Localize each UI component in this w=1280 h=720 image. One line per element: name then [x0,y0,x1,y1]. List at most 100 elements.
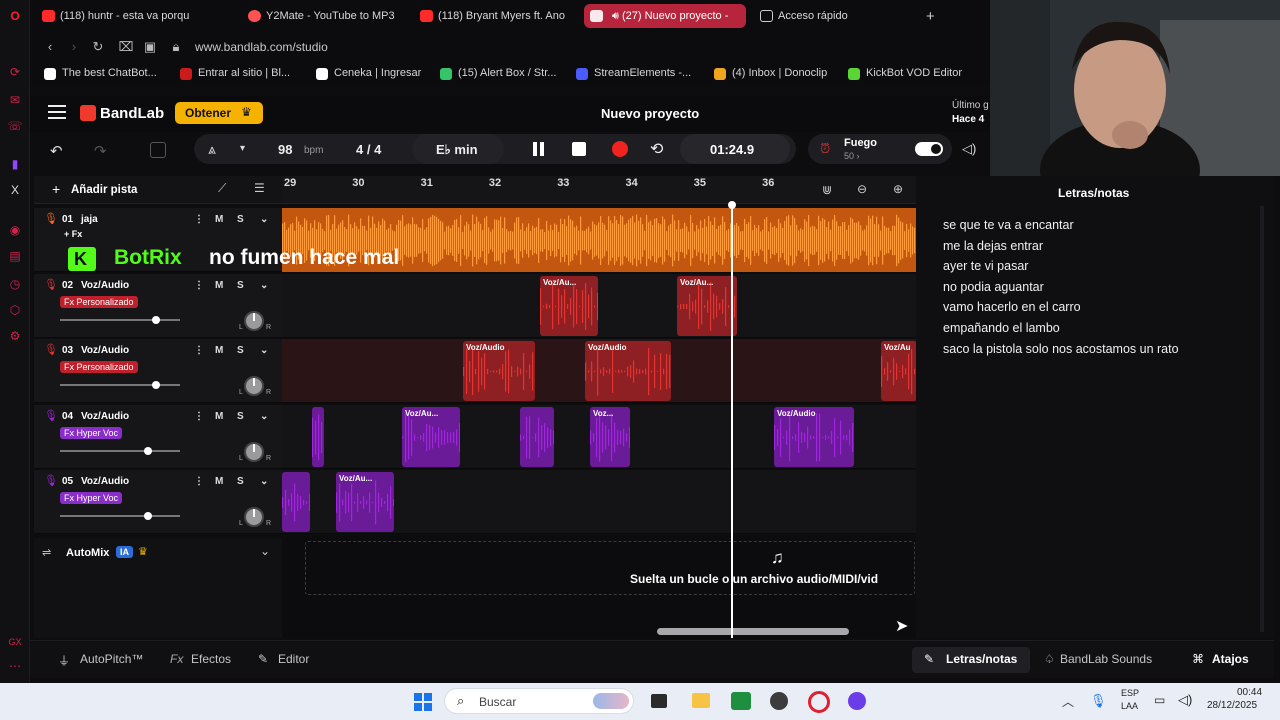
tab-4[interactable]: 🔊︎ (27) Nuevo proyecto - [584,4,746,28]
bookmark-item[interactable]: (4) Inbox | Donoclip [714,67,827,80]
bookmark-item[interactable]: KickBot VOD Editor [848,67,962,80]
extensions-icon[interactable]: ⬡ [7,302,23,318]
lang-1[interactable]: ESP [1121,688,1139,698]
track-lane[interactable]: Voz/Au... Voz... Voz/Audio [282,404,916,469]
fx-badge[interactable]: Fx Personalizado [60,295,138,308]
x-icon[interactable]: X [7,182,23,198]
lyric-line[interactable]: ayer te vi pasar [943,259,1028,273]
snapshot-icon[interactable]: ⌧ [118,39,134,55]
menu-icon[interactable] [48,105,66,119]
volume-slider[interactable] [60,512,180,520]
mute-button[interactable]: M [215,280,223,291]
opera-logo-icon[interactable]: O [7,8,23,24]
audio-region[interactable]: Voz/Audio [463,341,535,401]
lyrics-scrollbar[interactable] [1260,206,1264,632]
project-title[interactable]: Nuevo proyecto [601,106,699,121]
bookmark-item[interactable]: The best ChatBot... [44,67,157,80]
track-name[interactable]: jaja [81,214,98,225]
alarm-icon[interactable]: ⏰︎ [820,141,830,157]
back-icon[interactable]: ‹ [42,39,58,55]
lyric-line[interactable]: no podia aguantar [943,280,1044,294]
microphone-icon[interactable]: 🎙︎ [1090,693,1107,709]
track-menu-icon[interactable]: ⋮ [194,411,204,422]
add-track-button[interactable]: Añadir pista [71,184,137,196]
volume-slider[interactable] [60,446,180,455]
track-name[interactable]: Voz/Audio [81,476,129,487]
loop-icon[interactable]: ⟲ [650,139,663,159]
automix-label[interactable]: AutoMix [66,547,109,559]
tab-2[interactable]: Y2Mate - YouTube to MP3 [242,4,414,28]
lyrics-tab[interactable]: Letras/notas [946,652,1017,666]
track-header[interactable]: 🎙︎ 02 Voz/Audio ⋮ M S ⌄ Fx Personalizado L R [34,273,282,338]
bookmark-icon[interactable]: ▤ [7,248,23,264]
audio-region[interactable]: Voz/Au [881,341,917,401]
track-lane[interactable]: Voz/Au... [282,470,916,534]
volume-slider[interactable] [60,381,180,389]
audio-region[interactable] [282,472,310,532]
snap-icon[interactable]: ⋓ [822,183,832,197]
record-button[interactable] [612,141,628,157]
volume-slider-thumb[interactable] [143,512,152,520]
chevron-down-icon[interactable]: ⌄ [260,411,268,422]
file-explorer-icon[interactable] [692,693,710,708]
sounds-tab[interactable]: BandLab Sounds [1060,652,1152,666]
mute-button[interactable]: M [215,345,223,356]
track-menu-icon[interactable]: ⋮ [194,280,204,291]
mute-button[interactable]: M [215,411,223,422]
audio-region[interactable] [520,406,554,467]
chevron-down-icon[interactable]: ▾ [240,143,245,154]
pan-knob[interactable] [244,441,264,462]
pause-button[interactable] [532,142,546,156]
mute-button[interactable]: M [215,214,223,225]
refresh-icon[interactable]: ⟳ [7,64,23,80]
excel-icon[interactable] [731,692,751,710]
audio-region[interactable]: Voz/Audio [585,341,671,401]
chevron-down-icon[interactable]: ⌄ [260,280,268,291]
audio-region[interactable]: Voz/Au... [402,406,460,467]
gx-icon[interactable]: GX [7,634,23,650]
music-icon[interactable]: ◉ [7,222,23,238]
pan-knob[interactable] [244,376,264,396]
url-text[interactable]: www.bandlab.com/studio [195,40,328,54]
automation-icon[interactable]: ⟋ [218,181,226,196]
clock-date[interactable]: 28/12/2025 [1207,700,1257,711]
track-header[interactable]: 🎙︎ 04 Voz/Audio ⋮ M S ⌄ Fx Hyper Voc L R [34,404,282,469]
track-header[interactable]: 🎙︎ 05 Voz/Audio ⋮ M S ⌄ Fx Hyper Voc L R [34,470,282,534]
zoom-out-icon[interactable]: ⊖ [857,182,867,196]
chevron-down-icon[interactable]: ⌄ [260,476,268,487]
chevron-down-icon[interactable]: ⌄ [260,544,270,558]
fuego-label[interactable]: Fuego [844,137,877,149]
whatsapp-icon[interactable]: ☏ [7,118,23,134]
more-icon[interactable]: ⋯ [7,658,23,674]
pan-knob[interactable] [244,310,264,331]
sound-icon[interactable]: ◁) [1178,692,1192,708]
audio-region[interactable] [312,406,324,467]
messenger-icon[interactable]: ✉ [7,92,23,108]
playhead-handle[interactable] [728,201,736,209]
volume-icon[interactable]: ◁) [962,141,976,157]
forward-icon[interactable]: › [66,39,82,55]
pan-knob[interactable] [244,507,264,527]
volume-slider-thumb[interactable] [143,446,152,455]
settings-icon[interactable]: ⚙ [7,328,23,344]
volume-slider[interactable] [60,315,180,324]
volume-slider-thumb[interactable] [152,381,160,389]
bookmark-item[interactable]: (15) Alert Box / Str... [440,67,556,80]
chevron-down-icon[interactable]: ⌄ [260,345,268,356]
fx-badge[interactable]: Fx Hyper Voc [60,492,123,504]
tray-chevron-icon[interactable]: ︿ [1062,693,1074,710]
key-selector[interactable]: E♭ min [436,142,478,158]
solo-button[interactable]: S [237,280,244,291]
add-fx-button[interactable]: + Fx [60,228,86,240]
track-menu-icon[interactable]: ⋮ [194,214,204,225]
network-icon[interactable]: ▭ [1154,693,1165,707]
get-button[interactable]: Obtener ♛ [175,102,263,124]
shortcuts-tab[interactable]: Atajos [1212,652,1249,666]
print-icon[interactable]: ▣ [142,39,158,55]
lyric-line[interactable]: empañando el lambo [943,321,1060,335]
effects-button[interactable]: Efectos [191,652,231,666]
track-menu-icon[interactable]: ⋮ [194,345,204,356]
lang-2[interactable]: LAA [1121,701,1138,711]
undo-icon[interactable]: ↶ [50,142,63,160]
solo-button[interactable]: S [237,476,244,487]
